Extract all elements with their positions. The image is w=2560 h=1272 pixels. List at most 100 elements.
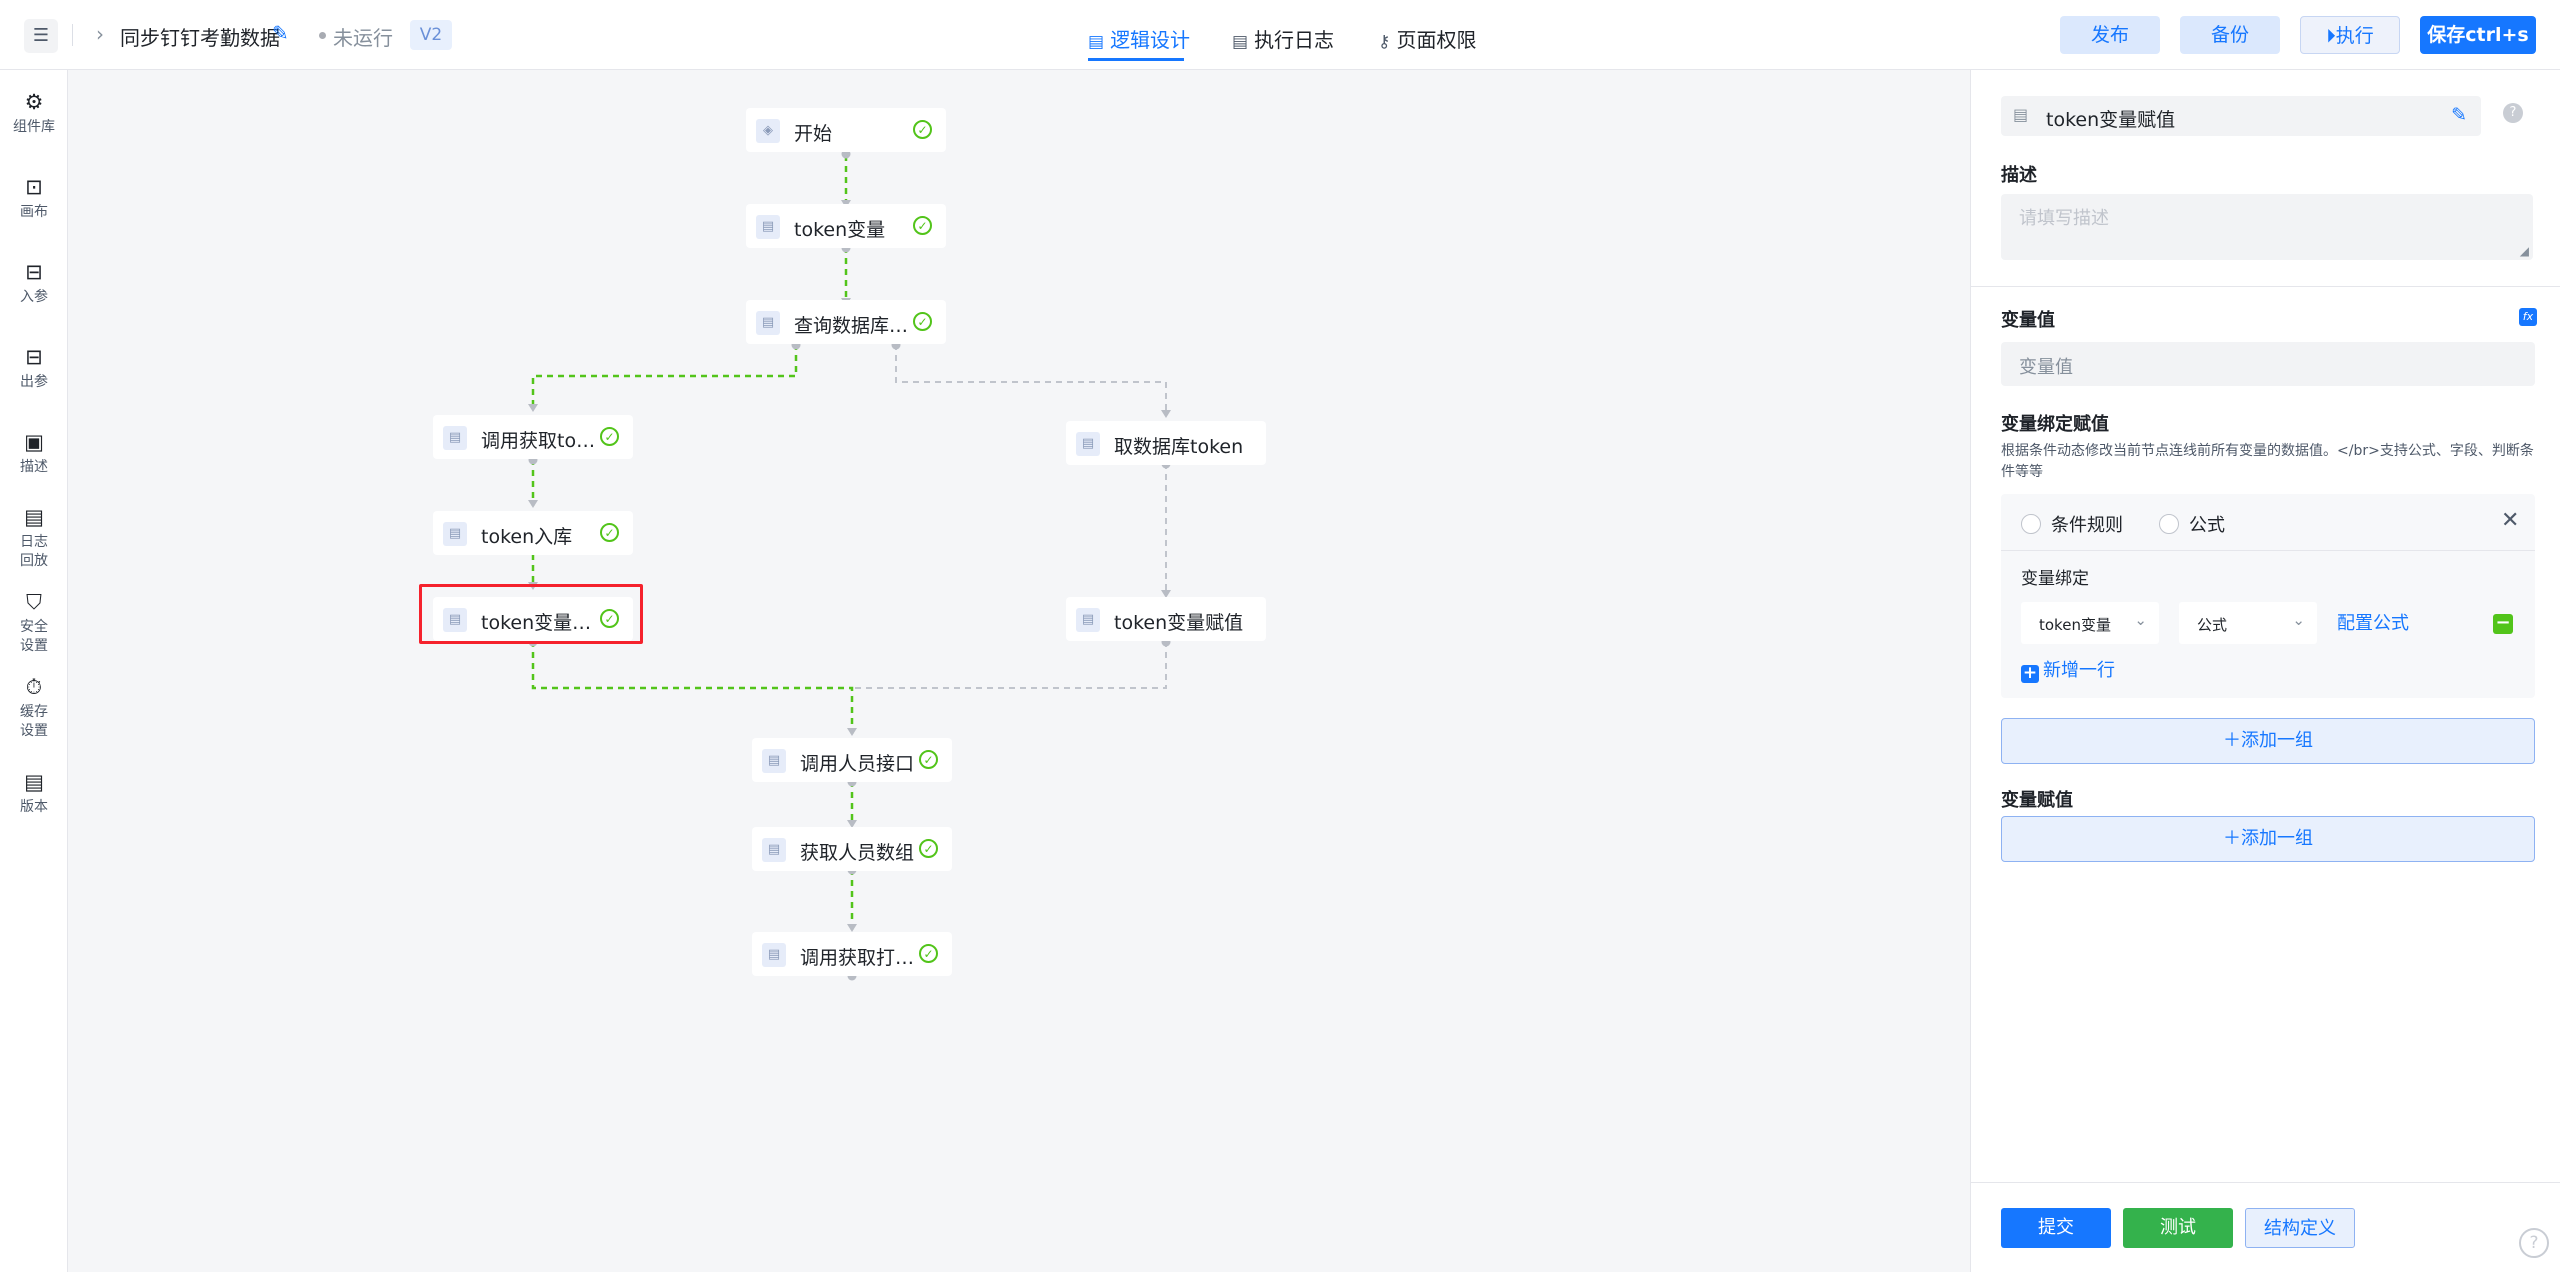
- add-group-label: 添加一组: [2241, 828, 2313, 849]
- flow-node-token-store[interactable]: ▤ token入库 ✓: [433, 511, 633, 555]
- save-button[interactable]: 保存ctrl+s: [2420, 16, 2536, 54]
- sidebar-item-input-params[interactable]: ⊟ 入参: [0, 260, 68, 307]
- description-textarea[interactable]: 请填写描述 ◢: [2001, 194, 2533, 260]
- close-icon[interactable]: ✕: [2501, 508, 2519, 533]
- tab-logic-design[interactable]: ▤ 逻辑设计: [1088, 24, 1190, 53]
- flow-canvas[interactable]: ◈ 开始 ✓ ▤ token变量 ✓ ▤ 查询数据库to... ✓ ▤ 调用获取…: [68, 70, 1970, 1272]
- chevron-right-icon[interactable]: ›: [96, 22, 104, 46]
- tab-execution-log[interactable]: ▤ 执行日志: [1232, 24, 1334, 53]
- config-formula-link[interactable]: 配置公式: [2337, 609, 2409, 635]
- node-icon: ▤: [762, 749, 786, 773]
- flow-node-token-variable[interactable]: ▤ token变量 ✓: [746, 204, 946, 248]
- key-icon: ⚷: [1378, 32, 1391, 52]
- version-badge: V2: [410, 20, 452, 50]
- add-group-label: 添加一组: [2241, 730, 2313, 751]
- help-icon[interactable]: ?: [2503, 103, 2523, 123]
- radio-condition-rule[interactable]: [2021, 514, 2041, 534]
- list-icon[interactable]: ☰: [24, 19, 58, 53]
- test-button[interactable]: 测试: [2123, 1208, 2233, 1248]
- sidebar-item-cache[interactable]: ⏱ 缓存 设置: [0, 675, 68, 741]
- structure-button[interactable]: 结构定义: [2245, 1208, 2355, 1248]
- flow-node-get-user-array[interactable]: ▤ 获取人员数组 ✓: [752, 827, 952, 871]
- check-circle-icon: ✓: [913, 120, 932, 139]
- properties-panel: ▤ token变量赋值 ✎ ? 描述 请填写描述 ◢ 变量值 fx 变量值 变量…: [1970, 70, 2560, 1272]
- add-assign-group-button[interactable]: ＋添加一组: [2001, 816, 2535, 862]
- check-circle-icon: ✓: [919, 944, 938, 963]
- tab-page-permission[interactable]: ⚷ 页面权限: [1378, 24, 1476, 53]
- flow-node-token-assign-alt[interactable]: ▤ token变量赋值: [1066, 597, 1266, 641]
- node-name-field[interactable]: ▤ token变量赋值 ✎: [2001, 96, 2481, 136]
- check-circle-icon: ✓: [600, 609, 619, 628]
- top-bar: ☰ › 同步钉钉考勤数据 ✎ 未运行 V2 ▤ 逻辑设计 ▤ 执行日志 ⚷ 页面权限 …: [0, 0, 2560, 70]
- radio-label-condition: 条件规则: [2051, 515, 2123, 536]
- node-label: 查询数据库to...: [794, 315, 914, 337]
- description-placeholder: 请填写描述: [2019, 208, 2109, 229]
- question-help-icon[interactable]: ?: [2519, 1228, 2549, 1258]
- node-icon: ▤: [443, 608, 467, 632]
- timer-icon: ⏱: [25, 675, 43, 699]
- backup-button[interactable]: 备份: [2180, 16, 2280, 54]
- variable-value-placeholder: 变量值: [2019, 357, 2073, 378]
- canvas-icon: ⊡: [25, 175, 43, 199]
- sidebar-item-label: 入参: [20, 289, 48, 305]
- radio-label-formula: 公式: [2189, 515, 2225, 536]
- plus-icon: ＋: [2223, 730, 2241, 751]
- puzzle-icon: ⚙: [24, 90, 44, 114]
- sidebar-item-label: 出参: [20, 374, 48, 390]
- node-icon: ▤: [443, 522, 467, 546]
- chevron-down-icon: ⌄: [2134, 611, 2147, 629]
- formula-icon[interactable]: fx: [2519, 308, 2537, 326]
- status-dot: [319, 32, 326, 39]
- sidebar-item-label: 缓存 设置: [20, 704, 48, 739]
- binding-type-select[interactable]: 公式 ⌄: [2179, 602, 2317, 644]
- flow-node-start[interactable]: ◈ 开始 ✓: [746, 108, 946, 152]
- app-title: 同步钉钉考勤数据: [120, 26, 280, 50]
- sidebar-item-canvas[interactable]: ⊡ 画布: [0, 175, 68, 222]
- flow-node-call-punch[interactable]: ▤ 调用获取打卡... ✓: [752, 932, 952, 976]
- sidebar-item-security[interactable]: ⛉ 安全 设置: [0, 590, 68, 656]
- node-icon: ▤: [443, 426, 467, 450]
- flow-node-call-get-token[interactable]: ▤ 调用获取token ✓: [433, 415, 633, 459]
- flow-node-call-user-api[interactable]: ▤ 调用人员接口 ✓: [752, 738, 952, 782]
- resize-handle-icon[interactable]: ◢: [2520, 244, 2529, 258]
- check-circle-icon: ✓: [919, 750, 938, 769]
- sidebar-item-description[interactable]: ▣ 描述: [0, 430, 68, 477]
- plus-icon: +: [2021, 663, 2039, 683]
- node-icon: ▤: [762, 943, 786, 967]
- chevron-down-icon: ⌄: [2292, 611, 2305, 629]
- sidebar-item-output-params[interactable]: ⊟ 出参: [0, 345, 68, 392]
- sidebar-item-version[interactable]: ▤ 版本: [0, 770, 68, 817]
- node-label: token变量: [794, 219, 886, 241]
- radio-formula[interactable]: [2159, 514, 2179, 534]
- edit-icon[interactable]: ✎: [2451, 104, 2467, 126]
- arrow-head: [528, 404, 538, 412]
- binding-variable-select[interactable]: token变量 ⌄: [2021, 602, 2159, 644]
- header-divider: [72, 24, 73, 46]
- variable-value-label: 变量值: [2001, 310, 2055, 331]
- sidebar-item-components[interactable]: ⚙ 组件库: [0, 90, 68, 137]
- output-params-icon: ⊟: [25, 345, 43, 369]
- flow-node-token-assign-selected[interactable]: ▤ token变量赋值 ✓: [419, 584, 643, 644]
- submit-button[interactable]: 提交: [2001, 1208, 2111, 1248]
- check-circle-icon: ✓: [600, 427, 619, 446]
- edit-title-icon[interactable]: ✎: [272, 21, 289, 45]
- node-label: 调用人员接口: [800, 753, 915, 775]
- execute-button[interactable]: ⏵执行: [2300, 16, 2400, 54]
- sidebar-item-label: 日志 回放: [20, 534, 48, 569]
- play-circle-icon: ⏵: [2326, 25, 2336, 47]
- add-row-button[interactable]: + 新增一行: [2021, 656, 2115, 683]
- variable-value-input[interactable]: 变量值: [2001, 342, 2535, 386]
- sidebar-item-label: 画布: [20, 204, 48, 220]
- sidebar-item-log-replay[interactable]: ▤ 日志 回放: [0, 505, 68, 571]
- node-icon: ▤: [1076, 432, 1100, 456]
- flow-node-query-db-token[interactable]: ▤ 查询数据库to... ✓: [746, 300, 946, 344]
- tab-label: 页面权限: [1396, 28, 1477, 52]
- execute-label: 执行: [2335, 25, 2374, 47]
- add-group-button[interactable]: ＋添加一组: [2001, 718, 2535, 764]
- publish-button[interactable]: 发布: [2060, 16, 2160, 54]
- remove-row-icon[interactable]: −: [2493, 614, 2513, 634]
- flow-node-fetch-db-token[interactable]: ▤ 取数据库token: [1066, 421, 1266, 465]
- node-label: token变量赋值: [481, 612, 601, 634]
- node-icon: ▤: [756, 311, 780, 335]
- binding-sub-label: 变量绑定: [2021, 569, 2089, 589]
